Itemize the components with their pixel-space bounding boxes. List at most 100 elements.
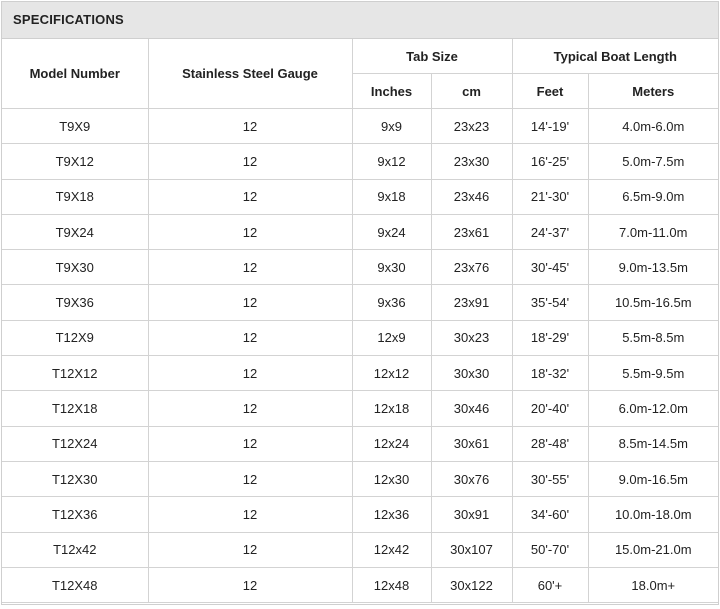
- cell-gauge: 12: [147, 460, 353, 498]
- cell-feet: 18'-32': [511, 355, 589, 392]
- table-row: T12X36 12 12x36 30x91 34'-60' 10.0m-18.0…: [2, 496, 719, 533]
- table-row: T9X9 12 9x9 23x23 14'-19' 4.0m-6.0m: [2, 107, 719, 145]
- cell-gauge: 12: [147, 143, 353, 180]
- cell-meters: 5.5m-8.5m: [587, 319, 719, 357]
- table-row: T9X12 12 9x12 23x30 16'-25' 5.0m-7.5m: [2, 143, 719, 180]
- header-boat-length: Typical Boat Length: [511, 39, 719, 74]
- cell-cm: 23x61: [430, 213, 513, 251]
- cell-meters: 18.0m+: [587, 566, 719, 604]
- table-row: T12X48 12 12x48 30x122 60'+ 18.0m+: [2, 566, 719, 604]
- cell-cm: 23x46: [430, 178, 513, 215]
- cell-gauge: 12: [147, 107, 353, 145]
- cell-model: T12X12: [2, 355, 149, 392]
- cell-inches: 12x42: [351, 531, 432, 568]
- cell-meters: 6.0m-12.0m: [587, 390, 719, 427]
- header-feet: Feet: [511, 73, 589, 109]
- cell-cm: 30x61: [430, 425, 513, 462]
- cell-inches: 12x36: [351, 496, 432, 533]
- cell-inches: 9x30: [351, 249, 432, 286]
- cell-cm: 23x30: [430, 143, 513, 180]
- cell-feet: 21'-30': [511, 178, 589, 215]
- cell-inches: 9x36: [351, 284, 432, 321]
- header-model-number: Model Number: [2, 39, 149, 109]
- cell-meters: 8.5m-14.5m: [587, 425, 719, 462]
- cell-inches: 12x30: [351, 460, 432, 498]
- header-gauge: Stainless Steel Gauge: [147, 39, 353, 109]
- cell-gauge: 12: [147, 531, 353, 568]
- cell-feet: 30'-45': [511, 249, 589, 286]
- header-inches: Inches: [352, 73, 432, 109]
- cell-gauge: 12: [147, 213, 353, 251]
- cell-model: T12X24: [2, 425, 149, 462]
- cell-meters: 5.0m-7.5m: [587, 143, 719, 180]
- section-title: SPECIFICATIONS: [2, 2, 718, 39]
- cell-meters: 4.0m-6.0m: [587, 107, 719, 145]
- cell-feet: 60'+: [511, 566, 589, 604]
- cell-model: T9X36: [2, 284, 149, 321]
- cell-feet: 14'-19': [511, 107, 589, 145]
- cell-model: T12X9: [2, 319, 149, 357]
- cell-model: T9X18: [2, 178, 149, 215]
- cell-feet: 18'-29': [511, 319, 589, 357]
- table-body: T9X9 12 9x9 23x23 14'-19' 4.0m-6.0m T9X1…: [2, 107, 719, 604]
- cell-meters: 7.0m-11.0m: [587, 213, 719, 251]
- cell-inches: 12x9: [351, 319, 432, 357]
- cell-feet: 16'-25': [511, 143, 589, 180]
- cell-cm: 23x91: [430, 284, 513, 321]
- cell-meters: 10.5m-16.5m: [587, 284, 719, 321]
- cell-feet: 24'-37': [511, 213, 589, 251]
- cell-model: T12X30: [2, 460, 149, 498]
- header-tab-size: Tab Size: [351, 39, 513, 74]
- cell-cm: 30x122: [430, 566, 513, 604]
- table-row: T12X18 12 12x18 30x46 20'-40' 6.0m-12.0m: [2, 390, 719, 427]
- cell-feet: 34'-60': [511, 496, 589, 533]
- header-cm: cm: [430, 73, 513, 109]
- cell-gauge: 12: [147, 319, 353, 357]
- cell-gauge: 12: [147, 566, 353, 604]
- specifications-panel: SPECIFICATIONS Model Number Stainless St…: [1, 1, 719, 605]
- cell-model: T12x42: [2, 531, 149, 568]
- cell-cm: 30x76: [430, 460, 513, 498]
- table-row: T9X36 12 9x36 23x91 35'-54' 10.5m-16.5m: [2, 284, 719, 321]
- table-row: T9X18 12 9x18 23x46 21'-30' 6.5m-9.0m: [2, 178, 719, 215]
- cell-meters: 6.5m-9.0m: [587, 178, 719, 215]
- table-row: T12X30 12 12x30 30x76 30'-55' 9.0m-16.5m: [2, 460, 719, 498]
- cell-gauge: 12: [147, 390, 353, 427]
- cell-model: T9X12: [2, 143, 149, 180]
- cell-inches: 12x48: [351, 566, 432, 604]
- header-row-group: Model Number Stainless Steel Gauge Tab S…: [2, 39, 719, 109]
- table-row: T9X30 12 9x30 23x76 30'-45' 9.0m-13.5m: [2, 249, 719, 286]
- cell-inches: 9x9: [351, 107, 432, 145]
- cell-gauge: 12: [147, 249, 353, 286]
- table-row: T12X24 12 12x24 30x61 28'-48' 8.5m-14.5m: [2, 425, 719, 462]
- cell-meters: 9.0m-16.5m: [587, 460, 719, 498]
- cell-feet: 28'-48': [511, 425, 589, 462]
- cell-model: T12X36: [2, 496, 149, 533]
- cell-meters: 9.0m-13.5m: [587, 249, 719, 286]
- cell-cm: 30x30: [430, 355, 513, 392]
- table-row: T12X9 12 12x9 30x23 18'-29' 5.5m-8.5m: [2, 319, 719, 357]
- table-row: T12X12 12 12x12 30x30 18'-32' 5.5m-9.5m: [2, 355, 719, 392]
- cell-meters: 15.0m-21.0m: [587, 531, 719, 568]
- cell-inches: 12x24: [351, 425, 432, 462]
- cell-inches: 9x18: [351, 178, 432, 215]
- cell-cm: 23x76: [430, 249, 513, 286]
- cell-inches: 12x18: [351, 390, 432, 427]
- cell-cm: 30x46: [430, 390, 513, 427]
- cell-feet: 35'-54': [511, 284, 589, 321]
- cell-gauge: 12: [147, 425, 353, 462]
- specifications-table: Model Number Stainless Steel Gauge Tab S…: [2, 39, 719, 604]
- cell-gauge: 12: [147, 355, 353, 392]
- cell-meters: 5.5m-9.5m: [587, 355, 719, 392]
- table-row: T9X24 12 9x24 23x61 24'-37' 7.0m-11.0m: [2, 213, 719, 251]
- cell-gauge: 12: [147, 284, 353, 321]
- cell-model: T9X30: [2, 249, 149, 286]
- cell-inches: 9x12: [351, 143, 432, 180]
- cell-model: T9X24: [2, 213, 149, 251]
- cell-inches: 12x12: [351, 355, 432, 392]
- cell-model: T12X48: [2, 566, 149, 604]
- cell-feet: 30'-55': [511, 460, 589, 498]
- cell-meters: 10.0m-18.0m: [587, 496, 719, 533]
- cell-feet: 20'-40': [511, 390, 589, 427]
- table-row: T12x42 12 12x42 30x107 50'-70' 15.0m-21.…: [2, 531, 719, 568]
